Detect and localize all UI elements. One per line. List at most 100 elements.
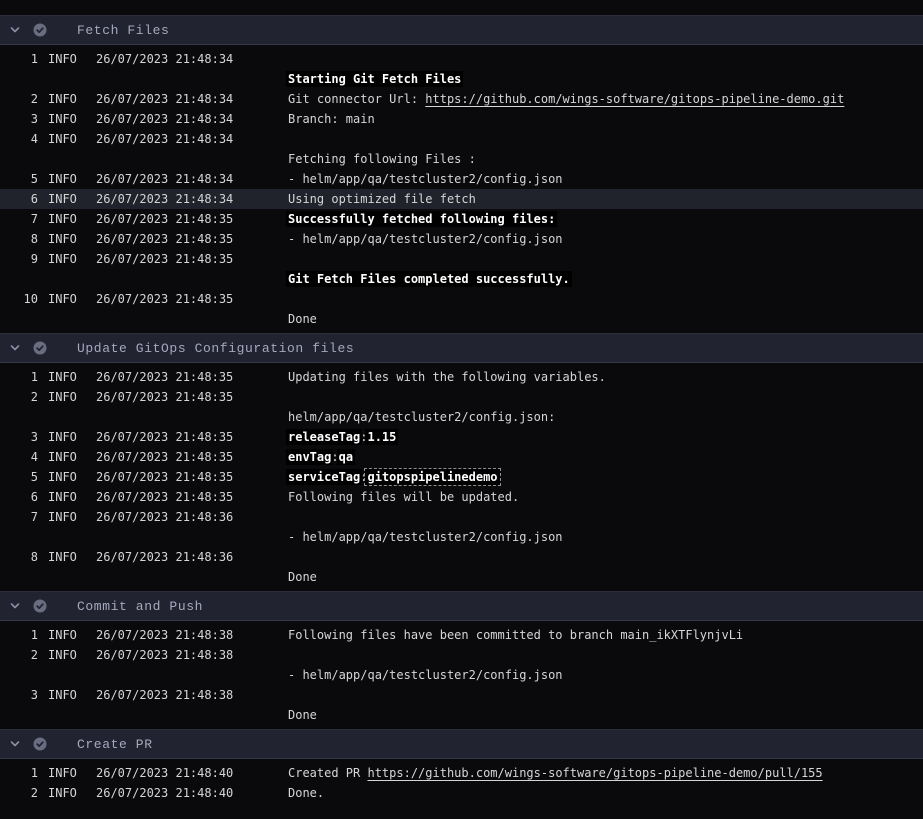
- log-row[interactable]: 3INFO26/07/2023 21:48:34Branch: main: [0, 109, 923, 129]
- chevron-down-icon[interactable]: [8, 737, 22, 751]
- log-row[interactable]: 5INFO26/07/2023 21:48:34- helm/app/qa/te…: [0, 169, 923, 189]
- log-section-4: Create PR 1INFO26/07/2023 21:48:40Create…: [0, 729, 923, 807]
- log-message-line: Successfully fetched following files:: [288, 209, 923, 229]
- line-number: 8: [0, 547, 38, 567]
- log-timestamp: 26/07/2023 21:48:35: [96, 367, 288, 387]
- log-text-segment: Updating files with the following variab…: [288, 370, 606, 384]
- log-text-segment: Following files will be updated.: [288, 490, 519, 504]
- log-row[interactable]: 3INFO26/07/2023 21:48:35releaseTag:1.15: [0, 427, 923, 447]
- log-timestamp: 26/07/2023 21:48:38: [96, 685, 288, 705]
- section-header[interactable]: Fetch Files: [0, 15, 923, 45]
- log-message: - helm/app/qa/testcluster2/config.json: [288, 507, 923, 547]
- line-number: 10: [0, 289, 38, 309]
- log-text-segment: Git connector Url:: [288, 92, 425, 106]
- log-row[interactable]: 1INFO26/07/2023 21:48:35Updating files w…: [0, 367, 923, 387]
- log-message: Created PR https://github.com/wings-soft…: [288, 763, 923, 783]
- log-message-line: releaseTag:1.15: [288, 427, 923, 447]
- section-title: Create PR: [77, 737, 153, 752]
- sections: Fetch Files 1INFO26/07/2023 21:48:34 Sta…: [0, 15, 923, 807]
- log-row[interactable]: 8INFO26/07/2023 21:48:35- helm/app/qa/te…: [0, 229, 923, 249]
- log-text-segment: releaseTag: [286, 429, 362, 445]
- log-row[interactable]: 7INFO26/07/2023 21:48:35Successfully fet…: [0, 209, 923, 229]
- log-timestamp: 26/07/2023 21:48:35: [96, 249, 288, 269]
- log-level: INFO: [48, 547, 96, 567]
- log-message-line: Git connector Url: https://github.com/wi…: [288, 89, 923, 109]
- log-row[interactable]: 2INFO26/07/2023 21:48:38 - helm/app/qa/t…: [0, 645, 923, 685]
- section-header[interactable]: Update GitOps Configuration files: [0, 333, 923, 363]
- log-message-line: Created PR https://github.com/wings-soft…: [288, 763, 923, 783]
- log-message-line: Starting Git Fetch Files: [288, 69, 923, 89]
- log-row[interactable]: 10INFO26/07/2023 21:48:35 Done: [0, 289, 923, 329]
- log-row[interactable]: 3INFO26/07/2023 21:48:38 Done: [0, 685, 923, 725]
- log-section-1: Fetch Files 1INFO26/07/2023 21:48:34 Sta…: [0, 15, 923, 333]
- line-number: 2: [0, 783, 38, 803]
- log-timestamp: 26/07/2023 21:48:34: [96, 169, 288, 189]
- log-message-line: [288, 387, 923, 407]
- log-text-segment: Fetching following Files :: [288, 152, 476, 166]
- log-row[interactable]: 2INFO26/07/2023 21:48:34Git connector Ur…: [0, 89, 923, 109]
- log-timestamp: 26/07/2023 21:48:40: [96, 763, 288, 783]
- check-circle-icon: [33, 599, 47, 613]
- log-message-line: [288, 645, 923, 665]
- log-message: Done: [288, 547, 923, 587]
- log-message: envTag:qa: [288, 447, 923, 467]
- log-timestamp: 26/07/2023 21:48:35: [96, 289, 288, 309]
- log-timestamp: 26/07/2023 21:48:34: [96, 49, 288, 69]
- log-row[interactable]: 4INFO26/07/2023 21:48:34 Fetching follow…: [0, 129, 923, 169]
- log-row[interactable]: 9INFO26/07/2023 21:48:35 Git Fetch Files…: [0, 249, 923, 289]
- chevron-down-icon[interactable]: [8, 341, 22, 355]
- log-message: Following files have been committed to b…: [288, 625, 923, 645]
- chevron-down-icon[interactable]: [8, 599, 22, 613]
- log-level: INFO: [48, 189, 96, 209]
- log-text-segment: - helm/app/qa/testcluster2/config.json: [288, 172, 563, 186]
- line-number: 1: [0, 625, 38, 645]
- log-message: Git Fetch Files completed successfully.: [288, 249, 923, 289]
- log-level: INFO: [48, 249, 96, 269]
- log-link[interactable]: https://github.com/wings-software/gitops…: [425, 92, 844, 106]
- log-message-line: serviceTag:gitopspipelinedemo: [288, 467, 923, 487]
- section-title: Fetch Files: [77, 23, 169, 38]
- log-row[interactable]: 7INFO26/07/2023 21:48:36 - helm/app/qa/t…: [0, 507, 923, 547]
- log-row[interactable]: 2INFO26/07/2023 21:48:35 helm/app/qa/tes…: [0, 387, 923, 427]
- log-message-line: [288, 547, 923, 567]
- log-level: INFO: [48, 507, 96, 527]
- section-header[interactable]: Create PR: [0, 729, 923, 759]
- log-text-segment: Done: [288, 570, 317, 584]
- log-timestamp: 26/07/2023 21:48:35: [96, 209, 288, 229]
- log-link[interactable]: https://github.com/wings-software/gitops…: [367, 766, 822, 780]
- log-timestamp: 26/07/2023 21:48:35: [96, 447, 288, 467]
- log-row[interactable]: 8INFO26/07/2023 21:48:36 Done: [0, 547, 923, 587]
- log-message-line: helm/app/qa/testcluster2/config.json:: [288, 407, 923, 427]
- log-message-line: [288, 129, 923, 149]
- log-message-line: envTag:qa: [288, 447, 923, 467]
- log-row[interactable]: 1INFO26/07/2023 21:48:40Created PR https…: [0, 763, 923, 783]
- chevron-down-icon[interactable]: [8, 23, 22, 37]
- log-row[interactable]: 1INFO26/07/2023 21:48:38Following files …: [0, 625, 923, 645]
- log-message-line: Following files will be updated.: [288, 487, 923, 507]
- line-number: 2: [0, 387, 38, 407]
- log-level: INFO: [48, 109, 96, 129]
- line-number: 6: [0, 189, 38, 209]
- log-row[interactable]: 5INFO26/07/2023 21:48:35serviceTag:gitop…: [0, 467, 923, 487]
- log-message-line: Done: [288, 705, 923, 725]
- log-message-line: - helm/app/qa/testcluster2/config.json: [288, 229, 923, 249]
- log-row[interactable]: 4INFO26/07/2023 21:48:35envTag:qa: [0, 447, 923, 467]
- log-row[interactable]: 2INFO26/07/2023 21:48:40Done.: [0, 783, 923, 803]
- line-number: 8: [0, 229, 38, 249]
- log-message-line: Git Fetch Files completed successfully.: [288, 269, 923, 289]
- line-number: 1: [0, 367, 38, 387]
- log-row[interactable]: 6INFO26/07/2023 21:48:34Using optimized …: [0, 189, 923, 209]
- line-number: 2: [0, 645, 38, 665]
- log-message-line: - helm/app/qa/testcluster2/config.json: [288, 169, 923, 189]
- log-message: Fetching following Files :: [288, 129, 923, 169]
- log-level: INFO: [48, 783, 96, 803]
- check-circle-icon: [33, 341, 47, 355]
- log-row[interactable]: 1INFO26/07/2023 21:48:34 Starting Git Fe…: [0, 49, 923, 89]
- log-row[interactable]: 6INFO26/07/2023 21:48:35Following files …: [0, 487, 923, 507]
- log-message-line: Using optimized file fetch: [288, 189, 923, 209]
- section-rows: 1INFO26/07/2023 21:48:35Updating files w…: [0, 363, 923, 591]
- line-number: 6: [0, 487, 38, 507]
- section-header[interactable]: Commit and Push: [0, 591, 923, 621]
- log-timestamp: 26/07/2023 21:48:35: [96, 487, 288, 507]
- log-level: INFO: [48, 387, 96, 407]
